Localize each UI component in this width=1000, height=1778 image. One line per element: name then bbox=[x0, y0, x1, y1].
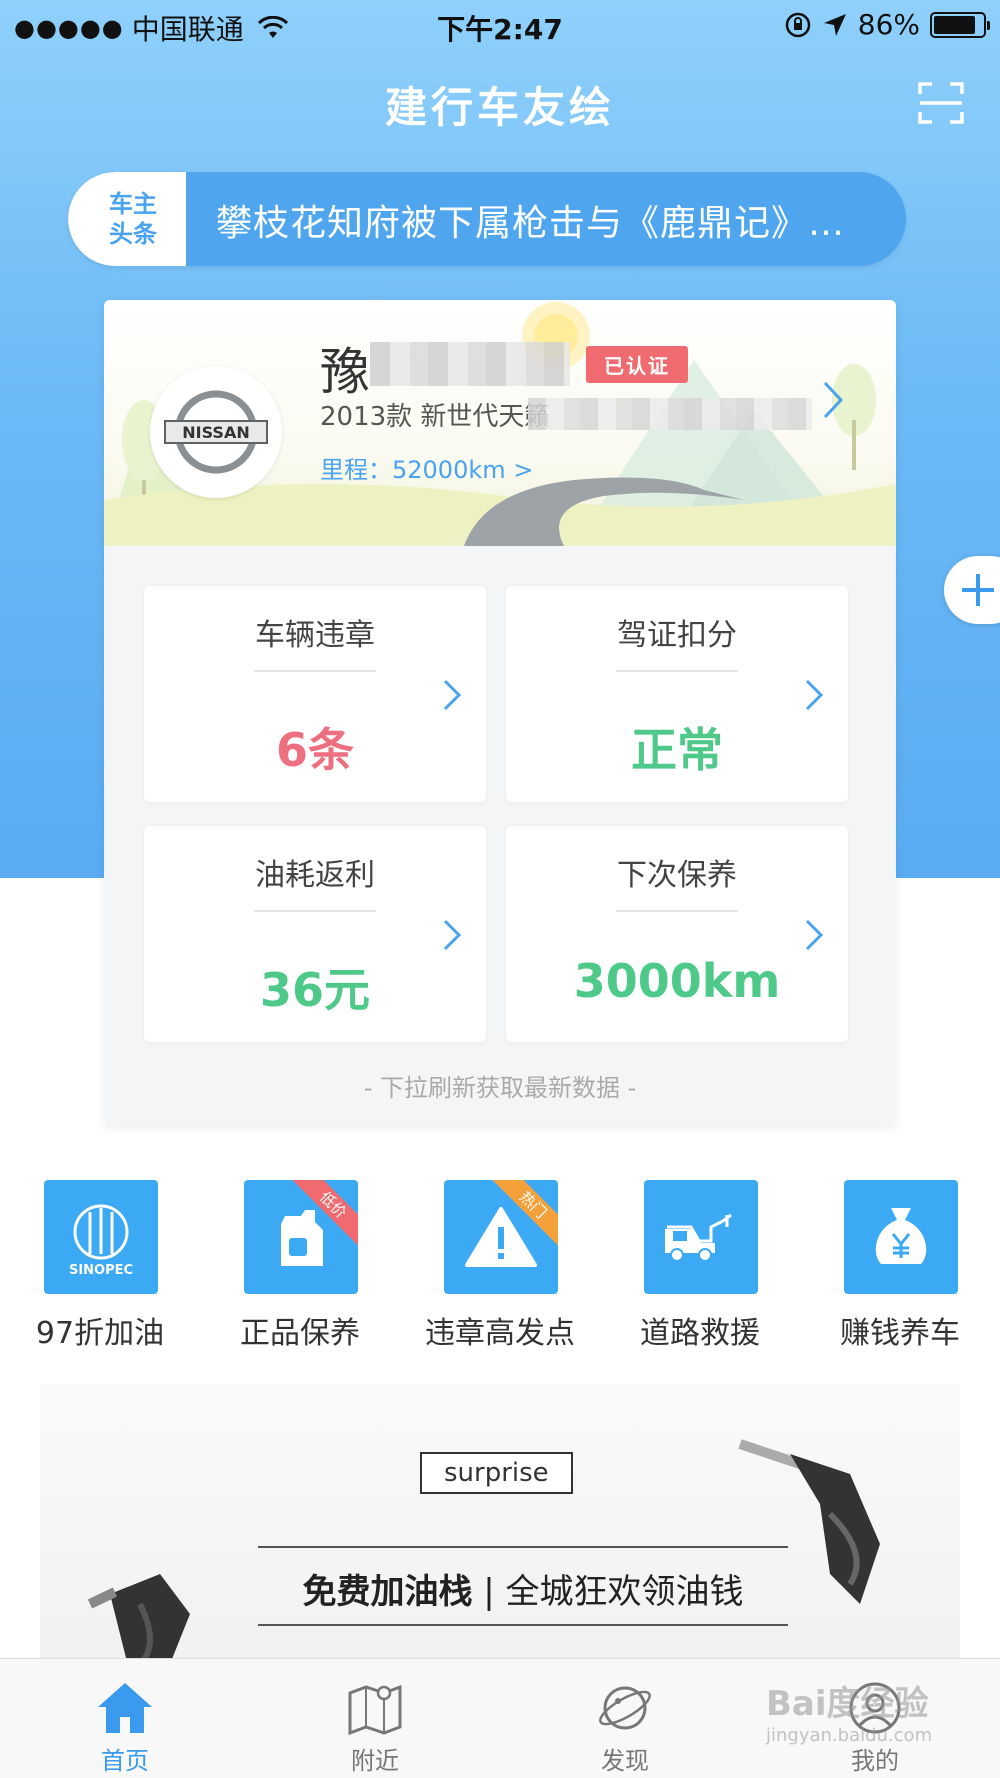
surprise-label: surprise bbox=[420, 1452, 573, 1494]
service-label: 97折加油 bbox=[35, 1316, 165, 1351]
chevron-right-icon[interactable] bbox=[822, 380, 844, 420]
stat-title: 驾证扣分 bbox=[617, 618, 737, 653]
service-road-rescue[interactable]: 道路救援 bbox=[620, 1180, 780, 1351]
service-maintenance[interactable]: 低价 正品保养 bbox=[220, 1180, 380, 1351]
watermark-main: Bai度经验 bbox=[766, 1684, 929, 1724]
stat-tile-fuel-rebate[interactable]: 油耗返利 36元 bbox=[144, 826, 486, 1042]
stat-title: 车辆违章 bbox=[255, 618, 375, 653]
stat-value: 36元 bbox=[259, 963, 370, 1017]
chevron-right-icon bbox=[805, 919, 824, 951]
stat-tile-next-maintenance[interactable]: 下次保养 3000km bbox=[506, 826, 848, 1042]
stat-title: 下次保养 bbox=[617, 858, 737, 893]
stat-value: 3000km bbox=[573, 954, 781, 1008]
tab-label: 首页 bbox=[101, 1747, 149, 1775]
service-violation-hotspots[interactable]: 热门 违章高发点 bbox=[420, 1180, 580, 1351]
oil-bottle-icon: 低价 bbox=[244, 1180, 358, 1294]
brand-logo-text: NISSAN bbox=[182, 423, 249, 442]
stat-tile-violations[interactable]: 车辆违章 6条 bbox=[144, 586, 486, 802]
stat-divider bbox=[254, 910, 376, 912]
fuel-nozzle-icon bbox=[87, 1574, 190, 1664]
service-label: 道路救援 bbox=[640, 1316, 760, 1351]
service-label: 正品保养 bbox=[240, 1316, 360, 1351]
news-headline[interactable]: 攀枝花知府被下属枪击与《鹿鼎记》… bbox=[216, 194, 876, 246]
divider bbox=[258, 1546, 788, 1548]
tow-truck-icon bbox=[644, 1180, 758, 1294]
tab-label: 发现 bbox=[601, 1747, 649, 1775]
sinopec-logo-text: SINOPEC bbox=[69, 1263, 133, 1278]
verified-badge: 已认证 bbox=[586, 346, 688, 383]
tab-nearby[interactable]: 附近 bbox=[250, 1659, 500, 1778]
battery-fill bbox=[934, 15, 976, 34]
battery-percent: 86% bbox=[857, 8, 920, 41]
headline-rest: 全城狂欢领油钱 bbox=[505, 1572, 744, 1612]
stat-value: 正常 bbox=[631, 723, 723, 777]
news-tag: 车主 头条 bbox=[68, 172, 186, 266]
warning-icon: 热门 bbox=[444, 1180, 558, 1294]
money-bag-icon bbox=[844, 1180, 958, 1294]
home-icon bbox=[98, 1683, 152, 1733]
vehicle-model: 2013款 新世代天籟 bbox=[320, 402, 551, 432]
map-icon bbox=[348, 1684, 402, 1736]
stat-divider bbox=[254, 670, 376, 672]
vehicle-card: NISSAN 豫 已认证 2013款 新世代天籟 里程：52000km > 车辆… bbox=[104, 300, 896, 1126]
battery-icon bbox=[930, 11, 990, 38]
tab-label: 附近 bbox=[351, 1747, 399, 1775]
headline-bold: 免费加油栈 bbox=[302, 1572, 473, 1612]
plus-icon bbox=[962, 574, 994, 606]
tab-home[interactable]: 首页 bbox=[0, 1659, 250, 1778]
tab-discover[interactable]: 发现 bbox=[500, 1659, 750, 1778]
news-ticker[interactable]: 车主 头条 攀枝花知府被下属枪击与《鹿鼎记》… bbox=[68, 172, 906, 266]
promo-banner[interactable]: surprise 免费加油栈 | 全城狂欢领油钱 bbox=[40, 1384, 960, 1664]
sinopec-icon: SINOPEC bbox=[44, 1180, 158, 1294]
headline-sep: | bbox=[483, 1572, 495, 1612]
banner-headline: 免费加油栈 | 全城狂欢领油钱 bbox=[258, 1564, 788, 1613]
plate-redaction bbox=[370, 342, 570, 386]
chevron-right-icon bbox=[443, 679, 462, 711]
news-tag-line2: 头条 bbox=[109, 220, 157, 248]
service-label: 赚钱养车 bbox=[840, 1316, 960, 1351]
stat-title: 油耗返利 bbox=[255, 858, 375, 893]
service-refuel[interactable]: SINOPEC 97折加油 bbox=[20, 1180, 180, 1351]
brand-logo: NISSAN bbox=[150, 366, 282, 498]
mileage-link[interactable]: 里程：52000km > bbox=[320, 450, 533, 485]
planet-icon bbox=[599, 1686, 651, 1730]
stat-tile-license-points[interactable]: 驾证扣分 正常 bbox=[506, 586, 848, 802]
vehicle-summary[interactable]: NISSAN 豫 已认证 2013款 新世代天籟 里程：52000km > bbox=[104, 300, 896, 546]
nissan-logo-icon: NISSAN bbox=[164, 390, 268, 474]
refresh-hint: - 下拉刷新获取最新数据 - bbox=[363, 1074, 637, 1102]
license-plate: 豫 bbox=[320, 343, 370, 401]
news-tag-line1: 车主 bbox=[109, 190, 157, 218]
baidu-watermark: Bai度经验 jingyan.baidu.com bbox=[766, 1676, 932, 1746]
scan-icon[interactable] bbox=[918, 82, 964, 124]
stat-value: 6条 bbox=[275, 723, 354, 777]
divider bbox=[258, 1624, 788, 1626]
chevron-right-icon bbox=[443, 919, 462, 951]
chevron-right-icon bbox=[805, 679, 824, 711]
service-label: 违章高发点 bbox=[425, 1316, 575, 1351]
status-bar: ●●●●● 中国联通 下午2:47 86% bbox=[0, 0, 1000, 50]
model-redaction bbox=[528, 398, 812, 430]
tab-label: 我的 bbox=[851, 1747, 899, 1775]
rotation-lock-icon bbox=[785, 12, 811, 37]
page-title: 建行车友绘 bbox=[384, 83, 615, 132]
location-arrow-icon bbox=[823, 13, 846, 36]
stat-divider bbox=[616, 670, 738, 672]
service-earn-money[interactable]: 赚钱养车 bbox=[820, 1180, 980, 1351]
stat-divider bbox=[616, 910, 738, 912]
watermark-sub: jingyan.baidu.com bbox=[766, 1725, 933, 1746]
